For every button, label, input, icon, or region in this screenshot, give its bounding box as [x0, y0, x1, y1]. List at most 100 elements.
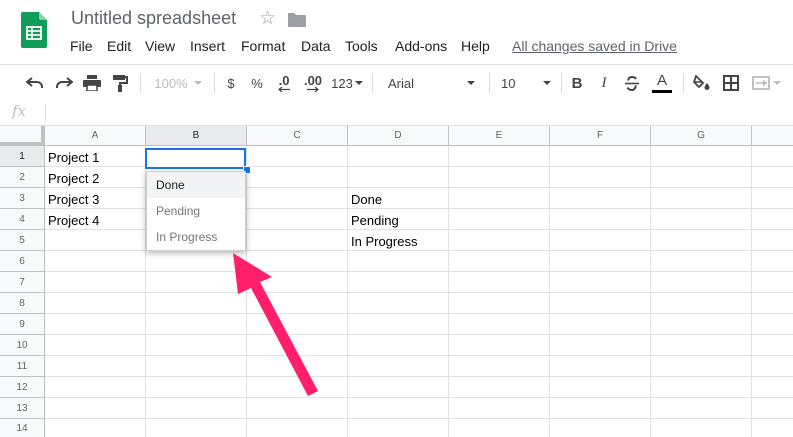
row-header-11[interactable]: 11 — [0, 356, 45, 377]
dropdown-option-done[interactable]: Done — [147, 172, 245, 198]
sheets-logo-icon[interactable] — [21, 12, 47, 48]
fill-color-button[interactable] — [691, 65, 713, 101]
gridline — [45, 292, 793, 293]
menu-addons[interactable]: Add-ons — [395, 38, 447, 54]
column-header-c[interactable]: C — [247, 126, 348, 146]
row-header-14[interactable]: 14 — [0, 419, 45, 437]
redo-button[interactable] — [53, 65, 75, 101]
row-header-10[interactable]: 10 — [0, 335, 45, 356]
menu-data[interactable]: Data — [301, 38, 331, 54]
row-header-9[interactable]: 9 — [0, 314, 45, 335]
print-button[interactable] — [81, 65, 103, 101]
row-header-2[interactable]: 2 — [0, 167, 45, 188]
column-header-a[interactable]: A — [45, 126, 146, 146]
column-header-g[interactable]: G — [651, 126, 752, 146]
toolbar: 100% $ % .0 .00 123 Arial 10 B I A — [0, 64, 793, 102]
toolbar-separator — [372, 73, 373, 93]
toolbar-separator — [683, 73, 684, 93]
formula-bar-separator — [45, 104, 46, 122]
font-family-select[interactable]: Arial — [380, 65, 480, 101]
increase-decimals-label: .00 — [303, 72, 323, 88]
spreadsheet-grid: A B C D E F G 1 2 3 4 5 6 7 8 9 10 11 12… — [0, 126, 793, 437]
toolbar-separator — [214, 73, 215, 93]
redo-icon — [56, 77, 73, 88]
row-header-12[interactable]: 12 — [0, 377, 45, 398]
row-header-7[interactable]: 7 — [0, 272, 45, 293]
paint-format-button[interactable] — [109, 65, 131, 101]
decrease-decimals-label: .0 — [278, 72, 290, 88]
gridline — [45, 418, 793, 419]
dropdown-option-pending[interactable]: Pending — [147, 198, 245, 224]
gridline — [45, 334, 793, 335]
text-color-swatch — [652, 90, 672, 93]
chevron-down-icon — [193, 81, 202, 85]
cell-d4[interactable]: Pending — [351, 210, 399, 231]
cell-a1[interactable]: Project 1 — [48, 147, 99, 168]
undo-icon — [26, 77, 43, 88]
italic-button[interactable]: I — [594, 65, 614, 101]
more-formats-label: 123 — [331, 75, 353, 91]
cell-a2[interactable]: Project 2 — [48, 168, 99, 189]
decrease-decimals-button[interactable]: .0 — [273, 65, 295, 101]
strikethrough-button[interactable] — [621, 65, 643, 101]
text-color-label: A — [656, 72, 667, 89]
more-formats-select[interactable]: 123 — [330, 65, 364, 101]
gridline — [246, 146, 247, 437]
row-header-3[interactable]: 3 — [0, 188, 45, 209]
toolbar-separator — [140, 73, 141, 93]
font-size-value: 10 — [501, 75, 516, 91]
validation-dropdown: Done Pending In Progress — [146, 171, 246, 251]
font-size-select[interactable]: 10 — [495, 65, 555, 101]
gridline — [45, 397, 793, 398]
save-status-link[interactable]: All changes saved in Drive — [512, 38, 677, 54]
borders-button[interactable] — [720, 65, 742, 101]
fill-color-icon — [693, 75, 710, 90]
select-all-corner[interactable] — [0, 126, 45, 146]
arrow-left-icon — [278, 86, 290, 92]
text-color-button[interactable]: A — [650, 65, 674, 101]
star-icon[interactable]: ☆ — [259, 9, 276, 29]
row-header-6[interactable]: 6 — [0, 251, 45, 272]
column-header-e[interactable]: E — [449, 126, 550, 146]
increase-decimals-button[interactable]: .00 — [300, 65, 326, 101]
column-header-f[interactable]: F — [550, 126, 651, 146]
row-header-4[interactable]: 4 — [0, 209, 45, 230]
document-title[interactable]: Untitled spreadsheet — [71, 8, 236, 29]
column-header-h[interactable] — [752, 126, 793, 146]
column-header-b[interactable]: B — [146, 126, 247, 146]
undo-button[interactable] — [24, 65, 46, 101]
cell-d5[interactable]: In Progress — [351, 231, 417, 252]
cell-a4[interactable]: Project 4 — [48, 210, 99, 231]
row-header-5[interactable]: 5 — [0, 230, 45, 251]
row-header-13[interactable]: 13 — [0, 398, 45, 419]
menu-file[interactable]: File — [70, 38, 93, 54]
gridline — [347, 146, 348, 437]
menu-tools[interactable]: Tools — [345, 38, 378, 54]
menu-insert[interactable]: Insert — [190, 38, 225, 54]
percent-format-button[interactable]: % — [247, 65, 267, 101]
currency-format-button[interactable]: $ — [221, 65, 241, 101]
zoom-select[interactable]: 100% — [150, 65, 206, 101]
zoom-value: 100% — [154, 75, 188, 91]
chevron-down-icon — [543, 81, 551, 85]
menu-edit[interactable]: Edit — [107, 38, 131, 54]
row-header-1[interactable]: 1 — [0, 146, 45, 167]
menu-help[interactable]: Help — [461, 38, 490, 54]
gridline — [549, 146, 550, 437]
gridline — [751, 146, 752, 437]
merge-cells-icon — [751, 76, 770, 90]
merge-cells-button[interactable] — [749, 65, 783, 101]
bold-button[interactable]: B — [567, 65, 587, 101]
folder-icon[interactable] — [288, 13, 306, 27]
gridline — [45, 271, 793, 272]
cell-a3[interactable]: Project 3 — [48, 189, 99, 210]
active-cell-b1[interactable] — [145, 148, 246, 169]
row-header-8[interactable]: 8 — [0, 293, 45, 314]
cell-d3[interactable]: Done — [351, 189, 382, 210]
gridline — [45, 355, 793, 356]
dropdown-option-in-progress[interactable]: In Progress — [147, 224, 245, 250]
column-header-d[interactable]: D — [348, 126, 449, 146]
menu-view[interactable]: View — [145, 38, 175, 54]
menu-format[interactable]: Format — [241, 38, 285, 54]
chevron-down-icon — [772, 81, 781, 85]
